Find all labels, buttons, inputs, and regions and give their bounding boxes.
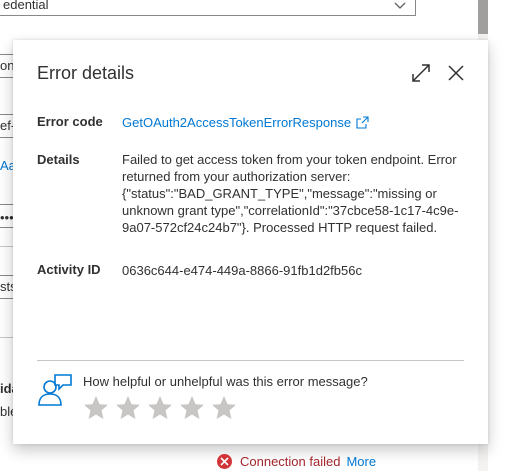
expand-icon[interactable] — [410, 62, 432, 84]
divider — [37, 360, 464, 361]
error-code-link[interactable]: GetOAuth2AccessTokenErrorResponse — [122, 114, 369, 131]
close-icon[interactable] — [445, 62, 467, 84]
star-icon[interactable] — [83, 395, 109, 421]
error-circle-icon — [217, 453, 232, 469]
credential-dropdown[interactable]: edential — [0, 0, 416, 16]
star-icon[interactable] — [147, 395, 173, 421]
error-code-text: GetOAuth2AccessTokenErrorResponse — [122, 115, 352, 130]
star-icon[interactable] — [115, 395, 141, 421]
status-text: Connection failed — [240, 453, 341, 469]
feedback-question: How helpful or unhelpful was this error … — [83, 374, 368, 389]
background-fragment: ida — [0, 381, 14, 396]
chevron-down-icon — [394, 2, 406, 9]
background-fragment: sts — [0, 279, 14, 294]
feedback-icon — [38, 374, 72, 406]
credential-dropdown-value: edential — [3, 0, 49, 12]
activity-id-value: 0636c644-e474-449a-8866-91fb1d2fb56c — [122, 263, 362, 278]
star-icon[interactable] — [179, 395, 205, 421]
error-details-callout: Error details Error code GetOAuth2Access… — [13, 40, 488, 444]
scrollbar-thumb[interactable] — [478, 0, 488, 34]
background-fragment: ble — [0, 404, 14, 419]
background-divider — [0, 337, 14, 338]
error-code-value[interactable]: GetOAuth2AccessTokenErrorResponse — [122, 114, 369, 131]
background-fragment: ef- — [0, 118, 14, 133]
details-text: Failed to get access token from your tok… — [122, 152, 459, 235]
activity-id-label: Activity ID — [37, 262, 101, 277]
details-label: Details — [37, 152, 80, 167]
background-divider — [0, 246, 14, 247]
background-fragment: on — [0, 58, 14, 73]
star-icon[interactable] — [211, 395, 237, 421]
open-in-new-icon — [356, 116, 369, 129]
background-link[interactable]: Aa — [0, 158, 14, 173]
connection-status: Connection failed More — [217, 452, 376, 470]
background-password-dots: ••• — [0, 210, 14, 225]
callout-title: Error details — [37, 63, 135, 83]
star-rating[interactable] — [83, 395, 243, 421]
status-more-link[interactable]: More — [346, 454, 376, 469]
error-code-label: Error code — [37, 114, 103, 129]
